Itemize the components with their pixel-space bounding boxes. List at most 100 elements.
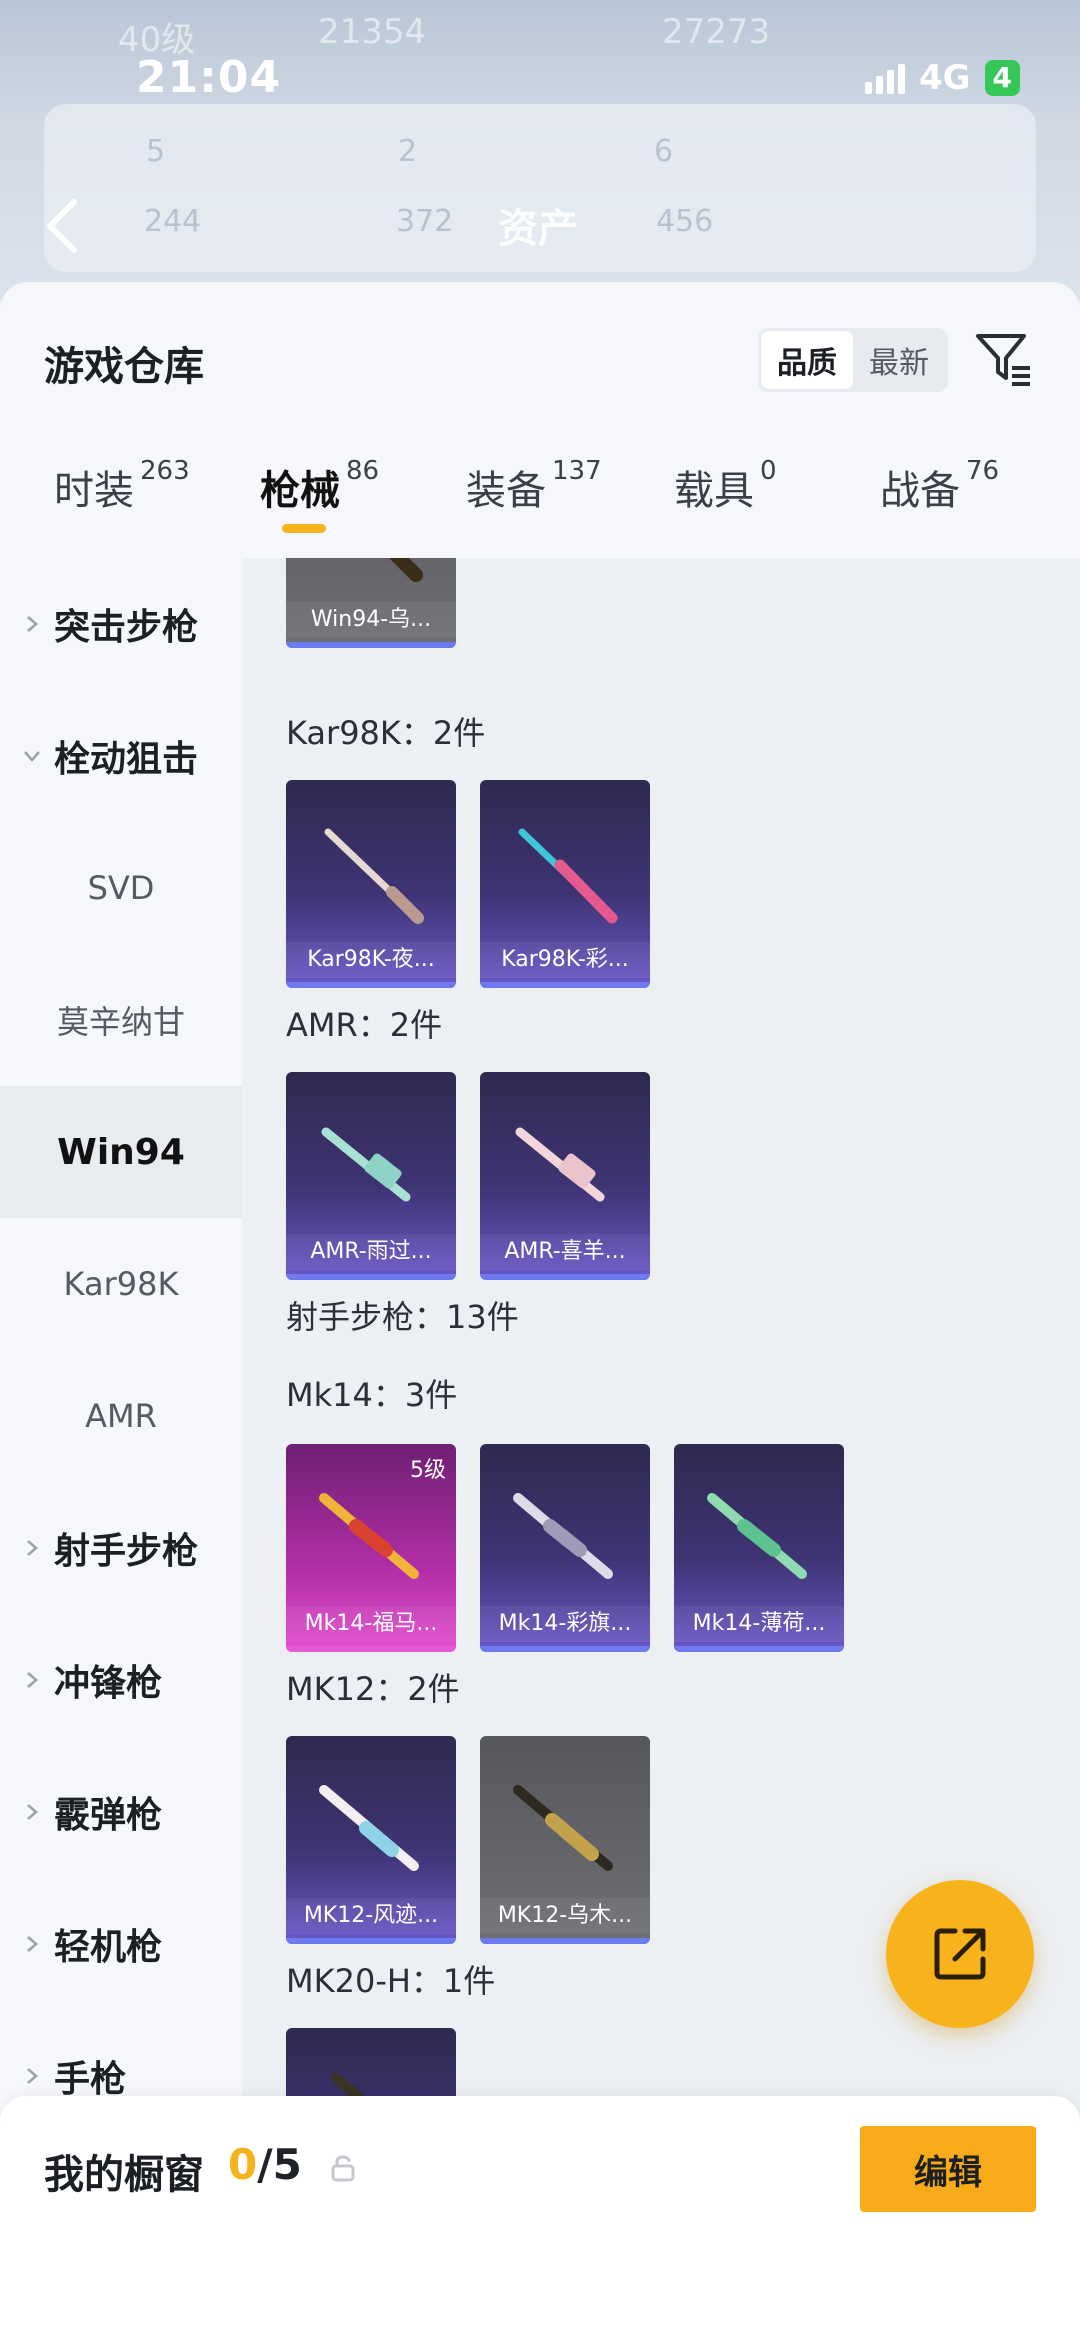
group-label-mk20h: MK20-H：1件: [286, 1962, 496, 2000]
weapon-card[interactable]: Kar98K-夜...: [286, 780, 456, 988]
group-label-mk14: Mk14：3件: [286, 1376, 458, 1414]
group-label-amr: AMR：2件: [286, 1006, 443, 1044]
sheet-title: 游戏仓库: [44, 344, 204, 390]
tab-firearms[interactable]: 枪械 86: [260, 456, 380, 533]
sidebar-item-kar98k[interactable]: Kar98K: [0, 1218, 242, 1350]
blurred-stat-b: 27273: [662, 12, 771, 52]
rarity-bar: [286, 982, 456, 988]
chevron-right-icon: [27, 1804, 38, 1820]
sidebar-item-assault-rifle[interactable]: 突击步枪: [0, 558, 242, 690]
sidebar-item-lmg[interactable]: 轻机枪: [0, 1878, 242, 2010]
warehouse-sheet: 游戏仓库 品质 最新 时装 263 枪械 86 装备 137 载具 0 战备 7…: [0, 282, 1080, 2341]
rifle-icon: [319, 1493, 419, 1579]
filter-icon[interactable]: [974, 330, 1034, 388]
weapon-card-name: AMR-喜羊...: [480, 1234, 650, 1270]
asset-stat: 2: [398, 134, 418, 169]
tab-equipment[interactable]: 装备 137: [466, 456, 602, 516]
weapon-card-name: Kar98K-彩...: [480, 942, 650, 978]
weapon-card[interactable]: AMR-雨过...: [286, 1072, 456, 1280]
weapon-card-win94[interactable]: Win94-乌...: [286, 558, 456, 648]
sidebar-item-label: 射手步枪: [54, 1531, 199, 1572]
sidebar-item-dmr[interactable]: 射手步枪: [0, 1482, 242, 1614]
rifle-icon: [319, 1785, 419, 1871]
chevron-right-icon: [27, 2068, 38, 2084]
rifle-icon: [389, 558, 423, 582]
weapon-card-name: Kar98K-夜...: [286, 942, 456, 978]
rarity-bar: [480, 1646, 650, 1652]
weapon-card[interactable]: AMR-喜羊...: [480, 1072, 650, 1280]
chevron-right-icon: [27, 1540, 38, 1556]
rifle-icon: [515, 1127, 605, 1202]
battery-icon: 4: [984, 60, 1020, 96]
sort-toggle: 品质 最新: [758, 328, 948, 392]
rarity-bar: [480, 982, 650, 988]
chevron-down-icon: [24, 751, 40, 762]
rifle-icon: [518, 828, 618, 924]
sort-quality-button[interactable]: 品质: [761, 331, 853, 389]
rarity-bar: [480, 1274, 650, 1280]
sidebar-item-label: AMR: [85, 1397, 157, 1435]
sidebar-item-smg[interactable]: 冲锋枪: [0, 1614, 242, 1746]
status-time: 21:04: [136, 52, 282, 103]
weapon-sidebar: 突击步枪 栓动狙击 SVD 莫辛纳甘 Win94 Kar98K AMR 射手步枪…: [0, 558, 242, 2341]
weapon-grid: Win94-乌... Kar98K：2件 Kar98K-夜... Kar98K-…: [242, 558, 1080, 2341]
category-tabs: 时装 263 枪械 86 装备 137 载具 0 战备 76: [0, 456, 1080, 558]
tab-supplies[interactable]: 战备 76: [880, 456, 999, 516]
chevron-right-icon: [27, 616, 38, 632]
background-header: 40级 21354 27273 5 2 6 244 372 456 资产 21:…: [0, 0, 1080, 300]
share-button[interactable]: [886, 1880, 1034, 2028]
tab-count: 0: [760, 456, 777, 486]
weapon-card[interactable]: Mk14-彩旗...: [480, 1444, 650, 1652]
weapon-card[interactable]: MK12-风迹...: [286, 1736, 456, 1944]
rarity-bar: [480, 1938, 650, 1944]
tab-count: 137: [552, 456, 602, 486]
sidebar-item-label: 手枪: [54, 2059, 127, 2100]
sidebar-item-shotgun[interactable]: 霰弹枪: [0, 1746, 242, 1878]
rifle-icon: [324, 828, 424, 924]
sidebar-item-win94[interactable]: Win94: [0, 1086, 242, 1218]
rifle-icon: [707, 1493, 807, 1579]
weapon-card[interactable]: MK12-乌木...: [480, 1736, 650, 1944]
rarity-bar: [286, 1274, 456, 1280]
back-arrow-icon[interactable]: [40, 196, 84, 256]
rarity-bar: [286, 642, 456, 648]
weapon-card-name: MK12-风迹...: [286, 1898, 456, 1934]
sidebar-item-label: Win94: [57, 1131, 185, 1173]
rifle-icon: [513, 1493, 613, 1579]
sidebar-item-svd[interactable]: SVD: [0, 822, 242, 954]
tab-label: 载具: [674, 468, 754, 514]
weapon-card-name: MK12-乌木...: [480, 1898, 650, 1934]
sort-latest-button[interactable]: 最新: [853, 331, 945, 389]
showcase-footer: 我的橱窗 0/5 编辑: [0, 2096, 1080, 2341]
edit-button[interactable]: 编辑: [860, 2126, 1036, 2212]
sidebar-item-mosin[interactable]: 莫辛纳甘: [0, 954, 242, 1086]
sidebar-item-label: 突击步枪: [54, 607, 199, 648]
sidebar-item-label: Kar98K: [63, 1265, 179, 1303]
sidebar-item-bolt-sniper[interactable]: 栓动狙击: [0, 690, 242, 822]
tab-count: 86: [346, 456, 380, 486]
weapon-card-name: Mk14-彩旗...: [480, 1606, 650, 1642]
tab-vehicles[interactable]: 载具 0: [674, 456, 777, 516]
tab-fashion[interactable]: 时装 263: [54, 456, 190, 516]
rarity-bar: [286, 1646, 456, 1652]
tab-label: 战备: [880, 468, 960, 514]
weapon-card[interactable]: Kar98K-彩...: [480, 780, 650, 988]
sidebar-item-label: 栓动狙击: [54, 739, 199, 780]
share-external-icon: [934, 1928, 986, 1980]
sidebar-item-label: 莫辛纳甘: [56, 1003, 185, 1041]
weapon-card[interactable]: Mk14-薄荷...: [674, 1444, 844, 1652]
asset-stat: 372: [396, 204, 454, 239]
asset-stat: 456: [656, 204, 714, 239]
sidebar-item-amr[interactable]: AMR: [0, 1350, 242, 1482]
tab-count: 263: [140, 456, 190, 486]
weapon-card[interactable]: 5级 Mk14-福马...: [286, 1444, 456, 1652]
tab-label: 枪械: [260, 468, 340, 514]
weapon-card-name: Win94-乌...: [286, 602, 456, 638]
sidebar-item-label: 轻机枪: [54, 1927, 163, 1968]
weapon-card-name: AMR-雨过...: [286, 1234, 456, 1270]
asset-stat: 5: [146, 134, 166, 169]
group-label-dmr: 射手步枪：13件: [286, 1298, 519, 1336]
tab-active-indicator: [282, 524, 326, 533]
sidebar-item-label: 霰弹枪: [54, 1795, 163, 1836]
rarity-bar: [674, 1646, 844, 1652]
